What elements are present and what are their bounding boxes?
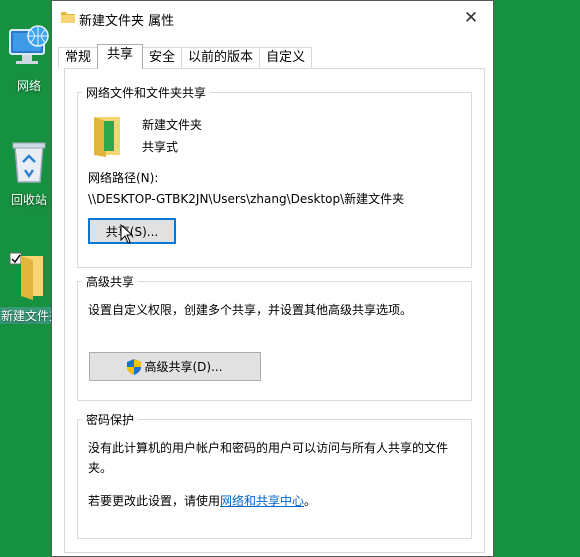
change-suffix: 。	[304, 494, 317, 508]
network-path-label: 网络路径(N):	[88, 171, 159, 185]
password-protection-group: 密码保护 没有此计算机的用户帐户和密码的用户可以访问与所有人共享的文件 夹。 若…	[77, 411, 472, 539]
folder-name: 新建文件夹	[142, 118, 203, 132]
network-sharing-group: 网络文件和文件夹共享 新建文件夹 共享式 网络路径(N): \\DESKTOP-…	[77, 84, 472, 268]
advanced-description: 设置自定义权限，创建多个共享，并设置其他高级共享选项。	[88, 303, 413, 317]
properties-window: 新建文件夹 属性 ✕ 常规 共享 安全 以前的版本 自定义 网络文件和文件夹共享…	[51, 0, 494, 557]
advanced-sharing-group: 高级共享 设置自定义权限，创建多个共享，并设置其他高级共享选项。 高级共享(D)…	[77, 273, 472, 401]
desktop-icon-recycle-bin[interactable]: 回收站	[0, 140, 58, 208]
tab-security[interactable]: 安全	[142, 47, 183, 69]
change-prefix: 若要更改此设置，请使用	[88, 494, 221, 508]
tab-sharing[interactable]: 共享	[97, 44, 144, 69]
share-state: 共享式	[142, 140, 179, 154]
group-title: 网络文件和文件夹共享	[82, 84, 211, 101]
password-description-line2: 夹。	[88, 461, 113, 475]
folder-icon	[9, 252, 43, 300]
folder-icon	[94, 117, 120, 157]
close-button[interactable]: ✕	[449, 1, 493, 35]
tab-general[interactable]: 常规	[58, 47, 99, 69]
folder-icon	[61, 12, 75, 23]
change-setting-text: 若要更改此设置，请使用网络和共享中心。	[88, 492, 316, 509]
advanced-sharing-label: 高级共享(D)...	[144, 360, 223, 374]
desktop-icon-network[interactable]: 网络	[0, 24, 58, 94]
group-title: 密码保护	[82, 411, 139, 428]
desktop-icon-label: 回收站	[10, 193, 47, 207]
tab-strip: 常规 共享 安全 以前的版本 自定义	[58, 44, 313, 69]
advanced-sharing-button[interactable]: 高级共享(D)...	[89, 352, 261, 381]
group-title: 高级共享	[82, 273, 139, 290]
mouse-cursor-icon	[120, 224, 134, 244]
tab-customize[interactable]: 自定义	[259, 47, 313, 69]
title-bar[interactable]: 新建文件夹 属性 ✕	[52, 1, 493, 35]
network-path-value: \\DESKTOP-GTBK2JN\Users\zhang\Desktop\新建…	[88, 192, 405, 206]
network-icon	[9, 25, 49, 64]
tab-previous-versions[interactable]: 以前的版本	[181, 47, 261, 69]
network-sharing-center-link[interactable]: 网络和共享中心	[220, 494, 304, 508]
sharing-panel: 网络文件和文件夹共享 新建文件夹 共享式 网络路径(N): \\DESKTOP-…	[64, 68, 485, 553]
window-title: 新建文件夹 属性	[79, 14, 175, 29]
desktop-icon-label: 新建文件夹	[0, 307, 62, 324]
recycle-bin-icon	[12, 142, 46, 183]
close-icon: ✕	[463, 8, 479, 28]
shield-icon	[127, 358, 142, 375]
password-description-line1: 没有此计算机的用户帐户和密码的用户可以访问与所有人共享的文件	[88, 441, 449, 455]
desktop-icon-new-folder[interactable]: 新建文件夹	[0, 250, 62, 324]
desktop-icon-label: 网络	[16, 79, 41, 93]
